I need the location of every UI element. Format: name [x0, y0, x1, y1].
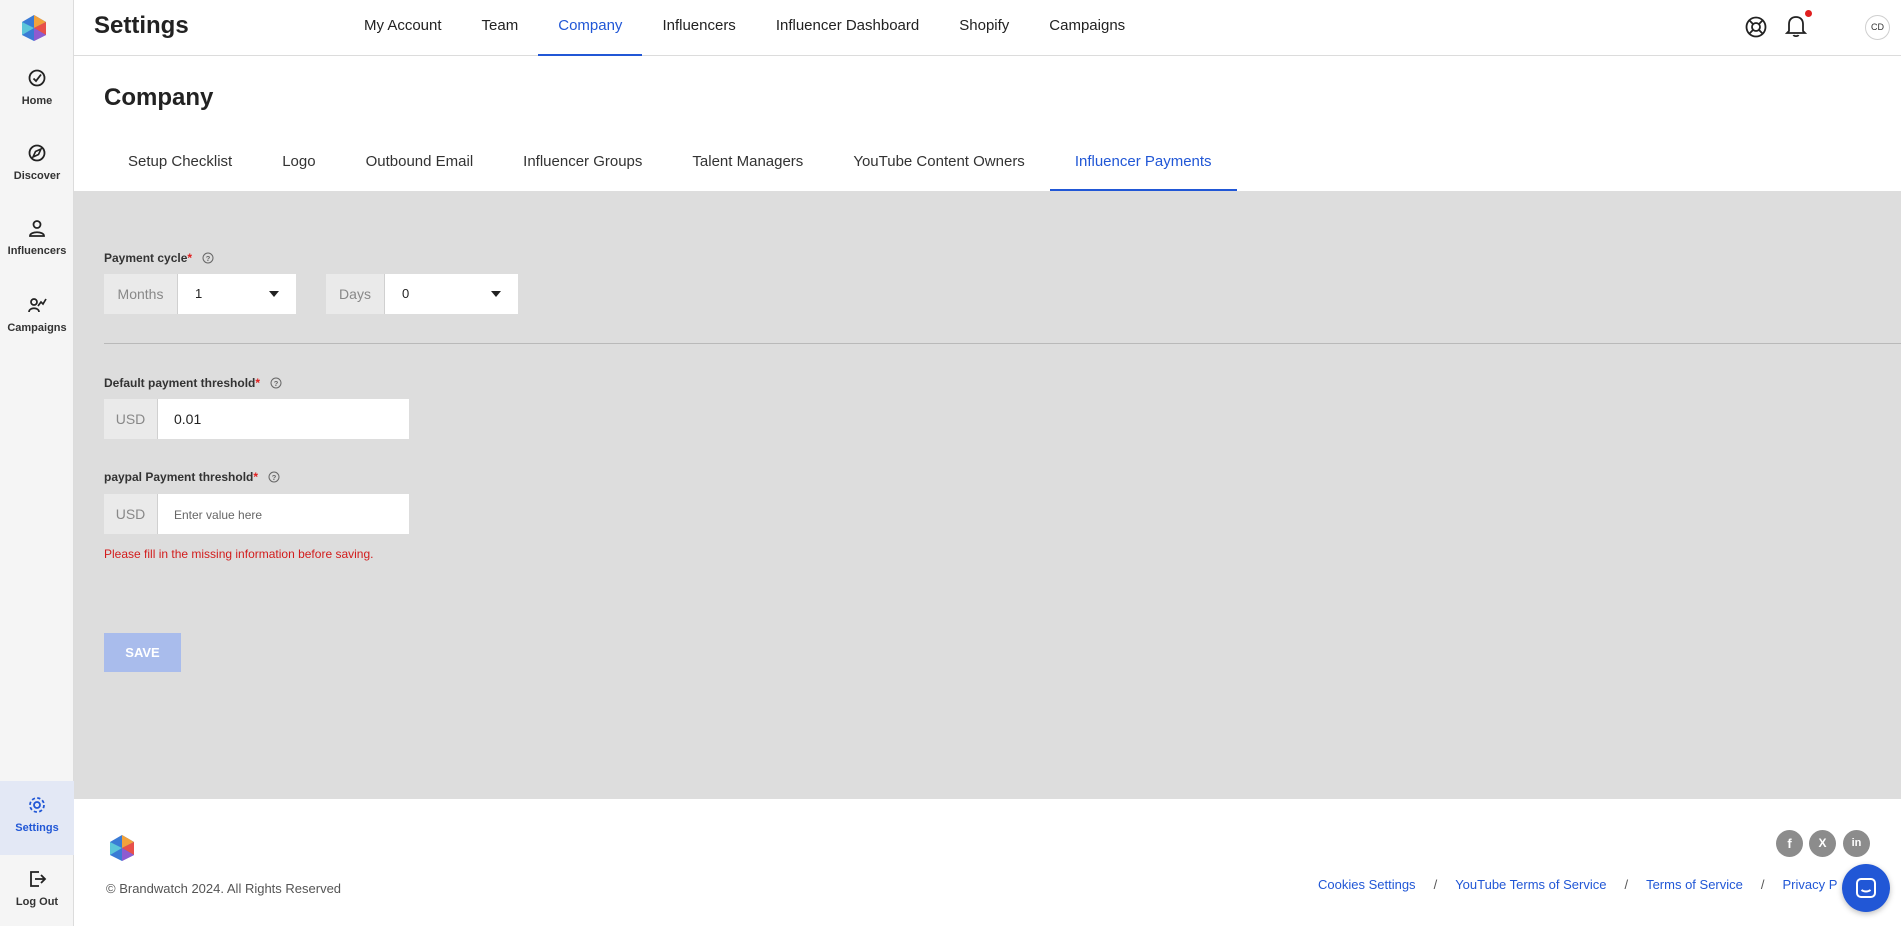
home-icon [28, 69, 46, 87]
tab-outbound-email[interactable]: Outbound Email [341, 150, 499, 191]
svg-text:?: ? [274, 379, 279, 388]
gear-icon [29, 797, 45, 813]
help-lifebuoy-icon[interactable] [1744, 15, 1768, 39]
paypal-threshold-label: paypal Payment threshold* ? [104, 470, 280, 484]
footer-links: Cookies Settings / YouTube Terms of Servic… [1318, 877, 1837, 892]
chat-launcher-button[interactable] [1842, 864, 1890, 912]
paypal-threshold-input[interactable] [158, 494, 409, 534]
sidebar-item-home[interactable]: Home [0, 68, 74, 130]
link-separator: / [1760, 877, 1765, 892]
sidebar-item-discover[interactable]: Discover [0, 143, 74, 205]
footer: © Brandwatch 2024. All Rights Reserved f… [74, 799, 1901, 926]
brand-logo [110, 835, 134, 861]
required-mark: * [255, 376, 261, 390]
app-title: Settings [94, 12, 189, 39]
link-privacy-policy[interactable]: Privacy P [1783, 877, 1838, 892]
sidebar: Home Discover Influencers Campaigns Sett… [0, 0, 74, 926]
currency-addon: USD [104, 494, 158, 534]
tab-talent-managers[interactable]: Talent Managers [667, 150, 828, 191]
nav-shopify[interactable]: Shopify [939, 0, 1029, 56]
caret-down-icon [491, 291, 501, 297]
save-button[interactable]: SAVE [104, 633, 181, 672]
link-youtube-terms[interactable]: YouTube Terms of Service [1455, 877, 1606, 892]
days-addon: Days [326, 274, 385, 314]
required-mark: * [187, 251, 193, 265]
campaigns-icon [28, 298, 47, 313]
compass-icon [28, 144, 46, 162]
facebook-icon[interactable]: f [1776, 830, 1803, 857]
nav-influencer-dashboard[interactable]: Influencer Dashboard [756, 0, 939, 56]
link-separator: / [1624, 877, 1629, 892]
nav-influencers[interactable]: Influencers [642, 0, 755, 56]
tab-influencer-payments[interactable]: Influencer Payments [1049, 150, 1237, 191]
question-icon[interactable]: ? [202, 252, 214, 264]
brand-logo[interactable] [21, 14, 47, 42]
top-nav: My Account Team Company Influencers Infl… [344, 0, 1145, 56]
default-threshold-label: Default payment threshold* ? [104, 376, 282, 390]
linkedin-icon[interactable]: in [1843, 830, 1870, 857]
caret-down-icon [269, 291, 279, 297]
link-terms-of-service[interactable]: Terms of Service [1646, 877, 1743, 892]
tab-youtube-content-owners[interactable]: YouTube Content Owners [828, 150, 1050, 191]
copyright: © Brandwatch 2024. All Rights Reserved [106, 881, 342, 896]
days-select-value: 0 [402, 286, 410, 301]
days-select[interactable]: 0 [385, 274, 518, 314]
page-title: Company [104, 84, 214, 111]
nav-my-account[interactable]: My Account [344, 0, 462, 56]
company-subtabs: Setup Checklist Logo Outbound Email Infl… [74, 150, 1237, 191]
months-select[interactable]: 1 [178, 274, 296, 314]
link-cookies-settings[interactable]: Cookies Settings [1318, 877, 1416, 892]
notification-dot [1805, 10, 1812, 17]
question-icon[interactable]: ? [270, 377, 282, 389]
sidebar-item-label: Campaigns [7, 322, 67, 334]
question-icon[interactable]: ? [268, 471, 280, 483]
nav-company[interactable]: Company [538, 0, 643, 56]
sidebar-item-campaigns[interactable]: Campaigns [0, 295, 74, 357]
chat-icon [1856, 878, 1876, 898]
months-select-value: 1 [195, 286, 203, 301]
x-twitter-icon[interactable]: X [1809, 830, 1836, 857]
avatar[interactable]: CD [1865, 15, 1890, 40]
sidebar-item-settings[interactable]: Settings [0, 781, 74, 855]
nav-team[interactable]: Team [462, 0, 539, 56]
sidebar-item-label: Home [21, 95, 53, 107]
sidebar-item-influencers[interactable]: Influencers [0, 218, 74, 280]
logout-icon [30, 871, 47, 887]
validation-error: Please fill in the missing information b… [104, 547, 374, 561]
months-addon: Months [104, 274, 178, 314]
top-bar: Settings My Account Team Company Influen… [74, 0, 1901, 56]
currency-addon: USD [104, 399, 158, 439]
default-threshold-input[interactable] [158, 399, 409, 439]
required-mark: * [253, 470, 259, 484]
sidebar-item-logout[interactable]: Log Out [0, 869, 74, 926]
payments-form: Payment cycle* ? Months 1 Days 0 Default… [74, 191, 1901, 799]
link-separator: / [1433, 877, 1438, 892]
svg-text:?: ? [206, 254, 211, 263]
nav-campaigns[interactable]: Campaigns [1029, 0, 1145, 56]
sidebar-item-label: Settings [15, 822, 59, 834]
sidebar-item-label: Discover [13, 170, 61, 182]
section-divider [104, 343, 1901, 344]
svg-text:?: ? [272, 473, 277, 482]
person-icon [29, 220, 45, 237]
tab-setup-checklist[interactable]: Setup Checklist [103, 150, 257, 191]
page-header: Company Setup Checklist Logo Outbound Em… [74, 57, 1901, 191]
sidebar-item-label: Influencers [7, 245, 67, 257]
tab-logo[interactable]: Logo [257, 150, 340, 191]
payment-cycle-label: Payment cycle* ? [104, 251, 214, 265]
tab-influencer-groups[interactable]: Influencer Groups [498, 150, 667, 191]
sidebar-item-label: Log Out [15, 896, 59, 908]
bell-icon[interactable] [1785, 14, 1807, 38]
